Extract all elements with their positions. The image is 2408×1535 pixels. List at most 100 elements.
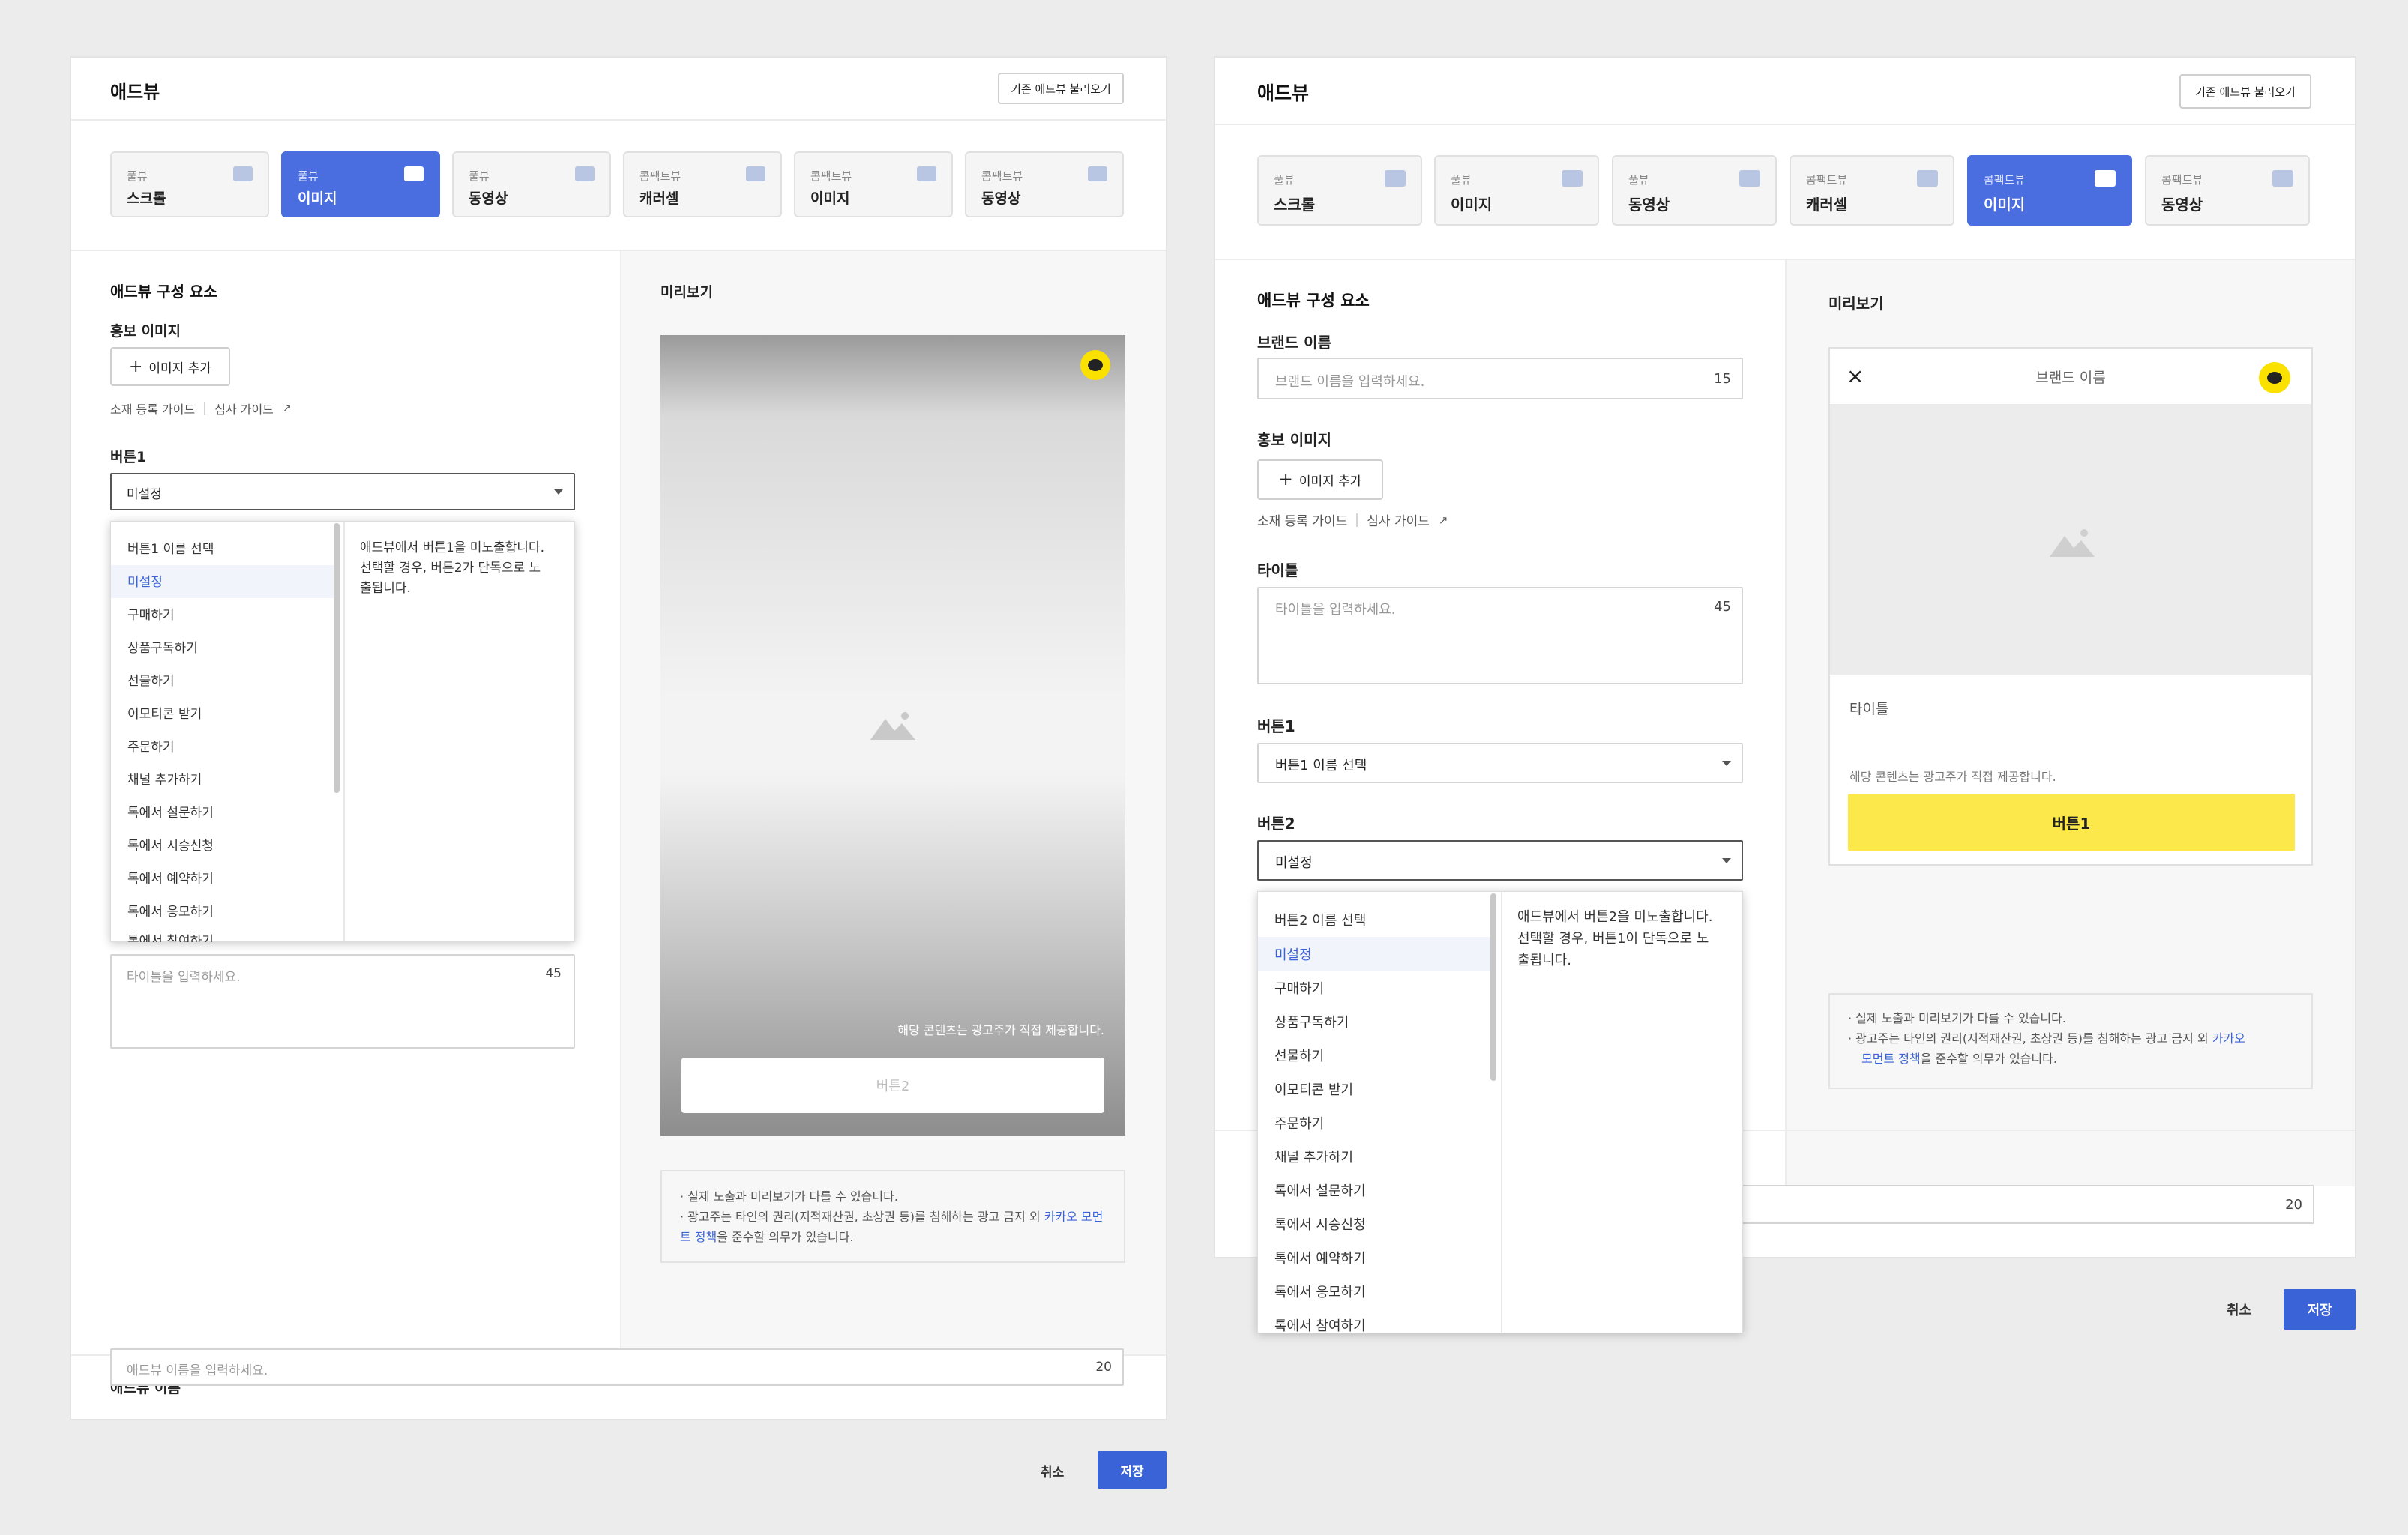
scrollbar[interactable] bbox=[1490, 893, 1496, 1081]
dropdown-option[interactable]: 톡에서 예약하기 bbox=[127, 868, 214, 887]
dropdown-option[interactable]: 톡에서 설문하기 bbox=[127, 802, 214, 821]
add-image-label: 이미지 추가 bbox=[148, 361, 212, 376]
add-image-button[interactable]: + 이미지 추가 bbox=[110, 347, 230, 386]
video-icon bbox=[2272, 170, 2293, 187]
scrollbar[interactable] bbox=[334, 523, 340, 793]
review-guide-link[interactable]: 심사 가이드 bbox=[1367, 510, 1430, 529]
policy-link[interactable]: 모먼트 정책 bbox=[1861, 1052, 1921, 1066]
tab-name: 이미지 bbox=[1984, 196, 2026, 214]
cancel-button[interactable]: 취소 bbox=[1041, 1462, 1064, 1480]
preview-caption: 해당 콘텐츠는 광고주가 직접 제공합니다. bbox=[1849, 770, 2056, 784]
preview-card: × 브랜드 이름 타이틀 해당 콘텐츠는 광고주가 직접 제공합니다. 버튼1 bbox=[1828, 347, 2313, 866]
tab-fullview-image[interactable]: 풀뷰 이미지 bbox=[281, 151, 440, 217]
load-existing-button[interactable]: 기존 애드뷰 불러오기 bbox=[998, 73, 1124, 104]
add-image-label: 이미지 추가 bbox=[1298, 474, 1362, 489]
tab-name: 스크롤 bbox=[127, 190, 166, 207]
note-line: 애드뷰에서 버튼2을 미노출합니다. bbox=[1517, 909, 1713, 925]
separator bbox=[1356, 513, 1358, 527]
external-link-icon: ↗ bbox=[1438, 513, 1448, 527]
load-existing-button[interactable]: 기존 애드뷰 불러오기 bbox=[2179, 74, 2311, 109]
disclaimer-box: · 실제 노출과 미리보기가 다를 수 있습니다. · 광고주는 타인의 권리(… bbox=[1828, 993, 2313, 1089]
title-label: 타이틀 bbox=[1257, 561, 1299, 579]
button2-select[interactable]: 미설정 bbox=[1257, 840, 1743, 881]
dropdown-option[interactable]: 이모티콘 받기 bbox=[127, 703, 202, 722]
dropdown-option[interactable]: 이모티콘 받기 bbox=[1274, 1079, 1353, 1099]
tab-compact-video[interactable]: 콤팩트뷰 동영상 bbox=[965, 151, 1124, 217]
registration-guide-link[interactable]: 소재 등록 가이드 bbox=[110, 399, 195, 417]
image-icon bbox=[1385, 170, 1406, 187]
dropdown-option[interactable]: 채널 추가하기 bbox=[1274, 1147, 1353, 1166]
dropdown-option[interactable]: 버튼2 이름 선택 bbox=[1274, 910, 1366, 929]
tab-fullview-image[interactable]: 풀뷰 이미지 bbox=[1434, 155, 1599, 226]
tab-category: 풀뷰 bbox=[1274, 173, 1295, 187]
button1-select[interactable]: 미설정 bbox=[110, 473, 575, 510]
tab-category: 풀뷰 bbox=[298, 169, 319, 183]
note-line: 출됩니다. bbox=[1517, 952, 1571, 968]
tab-fullview-video[interactable]: 풀뷰 동영상 bbox=[1612, 155, 1777, 226]
button2-label: 버튼2 bbox=[1257, 815, 1295, 833]
registration-guide-link[interactable]: 소재 등록 가이드 bbox=[1257, 510, 1347, 529]
button2-value: 미설정 bbox=[1275, 855, 1313, 871]
dropdown-option[interactable]: 구매하기 bbox=[1274, 978, 1324, 998]
dropdown-option[interactable]: 톡에서 응모하기 bbox=[1274, 1282, 1366, 1301]
dropdown-note: 애드뷰에서 버튼1을 미노출합니다. 선택할 경우, 버튼2가 단독으로 노 출… bbox=[360, 538, 570, 600]
title-input[interactable]: 타이틀을 입력하세요. 45 bbox=[110, 954, 575, 1049]
tab-category: 풀뷰 bbox=[1628, 173, 1649, 187]
add-image-button[interactable]: + 이미지 추가 bbox=[1257, 459, 1383, 500]
dropdown-option[interactable]: 톡에서 설문하기 bbox=[1274, 1180, 1366, 1200]
disclaimer-text: · 광고주는 타인의 권리(지적재산권, 초상권 등)를 침해하는 광고 금지 … bbox=[1848, 1031, 2212, 1046]
dropdown-option[interactable]: 상품구독하기 bbox=[1274, 1012, 1349, 1031]
preview-button-label: 버튼2 bbox=[876, 1079, 910, 1094]
review-guide-link[interactable]: 심사 가이드 bbox=[214, 399, 274, 417]
dropdown-option[interactable]: 톡에서 참여하기 bbox=[1274, 1315, 1366, 1332]
tab-name: 이미지 bbox=[1451, 196, 1493, 214]
dropdown-option[interactable]: 톡에서 예약하기 bbox=[1274, 1248, 1366, 1267]
adview-name-input[interactable]: 20 bbox=[1740, 1185, 2314, 1224]
tab-name: 동영상 bbox=[469, 190, 508, 207]
tab-fullview-scroll[interactable]: 풀뷰 스크롤 bbox=[110, 151, 269, 217]
policy-link[interactable]: 카카오 bbox=[2212, 1031, 2245, 1046]
disclaimer-line: · 실제 노출과 미리보기가 다를 수 있습니다. bbox=[680, 1189, 898, 1204]
preview-title: 타이틀 bbox=[1849, 701, 1889, 717]
dropdown-option[interactable]: 상품구독하기 bbox=[127, 637, 198, 656]
image-placeholder-icon bbox=[2050, 529, 2095, 557]
tab-fullview-scroll[interactable]: 풀뷰 스크롤 bbox=[1257, 155, 1422, 226]
dropdown-option[interactable]: 톡에서 시승신청 bbox=[127, 835, 214, 854]
button1-select[interactable]: 버튼1 이름 선택 bbox=[1257, 743, 1743, 783]
dropdown-option[interactable]: 톡에서 시승신청 bbox=[1274, 1214, 1366, 1234]
disclaimer-text: 을 준수할 의무가 있습니다. bbox=[717, 1230, 854, 1245]
dropdown-option[interactable]: 주문하기 bbox=[1274, 1113, 1324, 1133]
dropdown-option[interactable]: 톡에서 응모하기 bbox=[127, 901, 214, 920]
dropdown-option[interactable]: 주문하기 bbox=[127, 736, 175, 755]
button1-label: 버튼1 bbox=[110, 449, 147, 465]
tab-fullview-video[interactable]: 풀뷰 동영상 bbox=[452, 151, 611, 217]
cancel-button[interactable]: 취소 bbox=[2227, 1300, 2251, 1319]
dropdown-option[interactable]: 선물하기 bbox=[127, 670, 175, 689]
title-counter: 45 bbox=[545, 966, 562, 981]
dropdown-option[interactable]: 버튼1 이름 선택 bbox=[127, 538, 214, 557]
brand-placeholder: 브랜드 이름을 입력하세요. bbox=[1275, 374, 1425, 390]
tab-compact-video[interactable]: 콤팩트뷰 동영상 bbox=[2145, 155, 2310, 226]
button1-label: 버튼1 bbox=[1257, 717, 1295, 735]
dropdown-option[interactable]: 선물하기 bbox=[1274, 1046, 1324, 1065]
dropdown-option[interactable]: 미설정 bbox=[1274, 944, 1312, 964]
brand-name-input[interactable]: 브랜드 이름을 입력하세요. 15 bbox=[1257, 358, 1743, 399]
dropdown-option[interactable]: 채널 추가하기 bbox=[127, 769, 202, 788]
tab-compact-image[interactable]: 콤팩트뷰 이미지 bbox=[1967, 155, 2132, 226]
dropdown-option[interactable]: 미설정 bbox=[127, 571, 163, 590]
save-button[interactable]: 저장 bbox=[2284, 1289, 2356, 1330]
adview-name-input[interactable]: 애드뷰 이름을 입력하세요. 20 bbox=[110, 1348, 1124, 1386]
tab-name: 이미지 bbox=[298, 190, 337, 207]
video-icon bbox=[1739, 170, 1760, 187]
preview-button-label: 버튼1 bbox=[2052, 814, 2091, 833]
disclaimer-line: · 광고주는 타인의 권리(지적재산권, 초상권 등)를 침해하는 광고 금지 … bbox=[1848, 1028, 2293, 1049]
tab-compact-carousel[interactable]: 콤팩트뷰 캐러셀 bbox=[1790, 155, 1954, 226]
tab-compact-carousel[interactable]: 콤팩트뷰 캐러셀 bbox=[623, 151, 782, 217]
external-link-icon: ↗ bbox=[282, 402, 292, 414]
dropdown-option[interactable]: 구매하기 bbox=[127, 604, 175, 623]
dropdown-option[interactable]: 톡에서 참여하기 bbox=[127, 930, 214, 942]
title-input[interactable]: 타이틀을 입력하세요. 45 bbox=[1257, 587, 1743, 684]
page-title: 애드뷰 bbox=[1257, 82, 1310, 104]
tab-compact-image[interactable]: 콤팩트뷰 이미지 bbox=[794, 151, 953, 217]
save-button[interactable]: 저장 bbox=[1098, 1451, 1167, 1489]
